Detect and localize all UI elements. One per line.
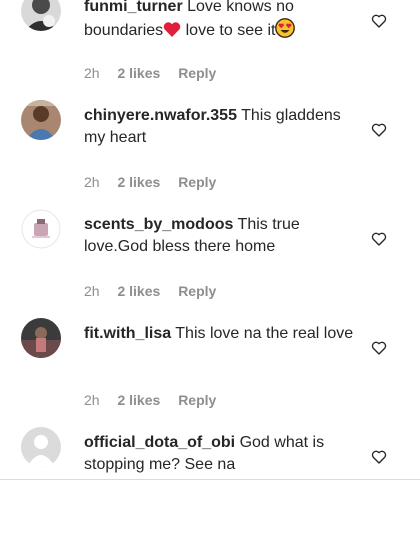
heart-eyes-face-icon xyxy=(275,18,296,45)
comment-time: 2h xyxy=(84,174,100,190)
red-heart-icon xyxy=(163,21,181,45)
comment-likes-link[interactable]: 2 likes xyxy=(117,174,160,190)
comment-meta: 2h 2 likes Reply xyxy=(84,65,230,81)
comment-username[interactable]: official_dota_of_obi xyxy=(84,434,235,451)
avatar[interactable] xyxy=(21,209,61,249)
comment-body-continued: love to see it xyxy=(181,22,276,39)
comment-text: chinyere.nwafor.355 This gladdens my hea… xyxy=(84,105,354,149)
reply-button[interactable]: Reply xyxy=(178,283,216,299)
comment-body: This love na the real love xyxy=(175,325,354,342)
heart-outline-icon[interactable] xyxy=(371,449,387,465)
avatar[interactable] xyxy=(21,318,61,358)
avatar[interactable] xyxy=(21,0,61,31)
reply-button[interactable]: Reply xyxy=(178,65,216,81)
comment-meta: 2h 2 likes Reply xyxy=(84,392,230,408)
comment-item: fit.with_lisa This love na the real love… xyxy=(0,318,420,427)
comment-item: funmi_turner Love knows no boundaries lo… xyxy=(0,0,420,100)
heart-outline-icon[interactable] xyxy=(371,13,387,29)
person-icon xyxy=(21,427,61,467)
comment-time: 2h xyxy=(84,65,100,81)
avatar[interactable] xyxy=(21,100,61,140)
heart-outline-icon[interactable] xyxy=(371,231,387,247)
comment-text: fit.with_lisa This love na the real love xyxy=(84,323,354,345)
heart-outline-icon[interactable] xyxy=(371,122,387,138)
reply-button[interactable]: Reply xyxy=(178,392,216,408)
heart-outline-icon[interactable] xyxy=(371,340,387,356)
comments-list: funmi_turner Love knows no boundaries lo… xyxy=(0,0,420,536)
comment-username[interactable]: funmi_turner xyxy=(84,0,183,15)
comment-composer-edge xyxy=(0,479,420,494)
reply-button[interactable]: Reply xyxy=(178,174,216,190)
comment-text: official_dota_of_obi God what is stoppin… xyxy=(84,432,354,476)
comment-likes-link[interactable]: 2 likes xyxy=(117,392,160,408)
comment-time: 2h xyxy=(84,392,100,408)
comment-likes-link[interactable]: 2 likes xyxy=(117,283,160,299)
comment-likes-link[interactable]: 2 likes xyxy=(117,65,160,81)
comment-username[interactable]: scents_by_modoos xyxy=(84,216,233,233)
comment-meta: 2h 2 likes Reply xyxy=(84,283,230,299)
comment-text: scents_by_modoos This true love.God bles… xyxy=(84,214,354,258)
comment-item: scents_by_modoos This true love.God bles… xyxy=(0,209,420,318)
comment-item: chinyere.nwafor.355 This gladdens my hea… xyxy=(0,100,420,209)
comment-username[interactable]: fit.with_lisa xyxy=(84,325,171,342)
avatar[interactable] xyxy=(21,427,61,467)
comment-text: funmi_turner Love knows no boundaries lo… xyxy=(84,0,354,45)
comment-meta: 2h 2 likes Reply xyxy=(84,174,230,190)
comment-username[interactable]: chinyere.nwafor.355 xyxy=(84,107,237,124)
comment-time: 2h xyxy=(84,283,100,299)
